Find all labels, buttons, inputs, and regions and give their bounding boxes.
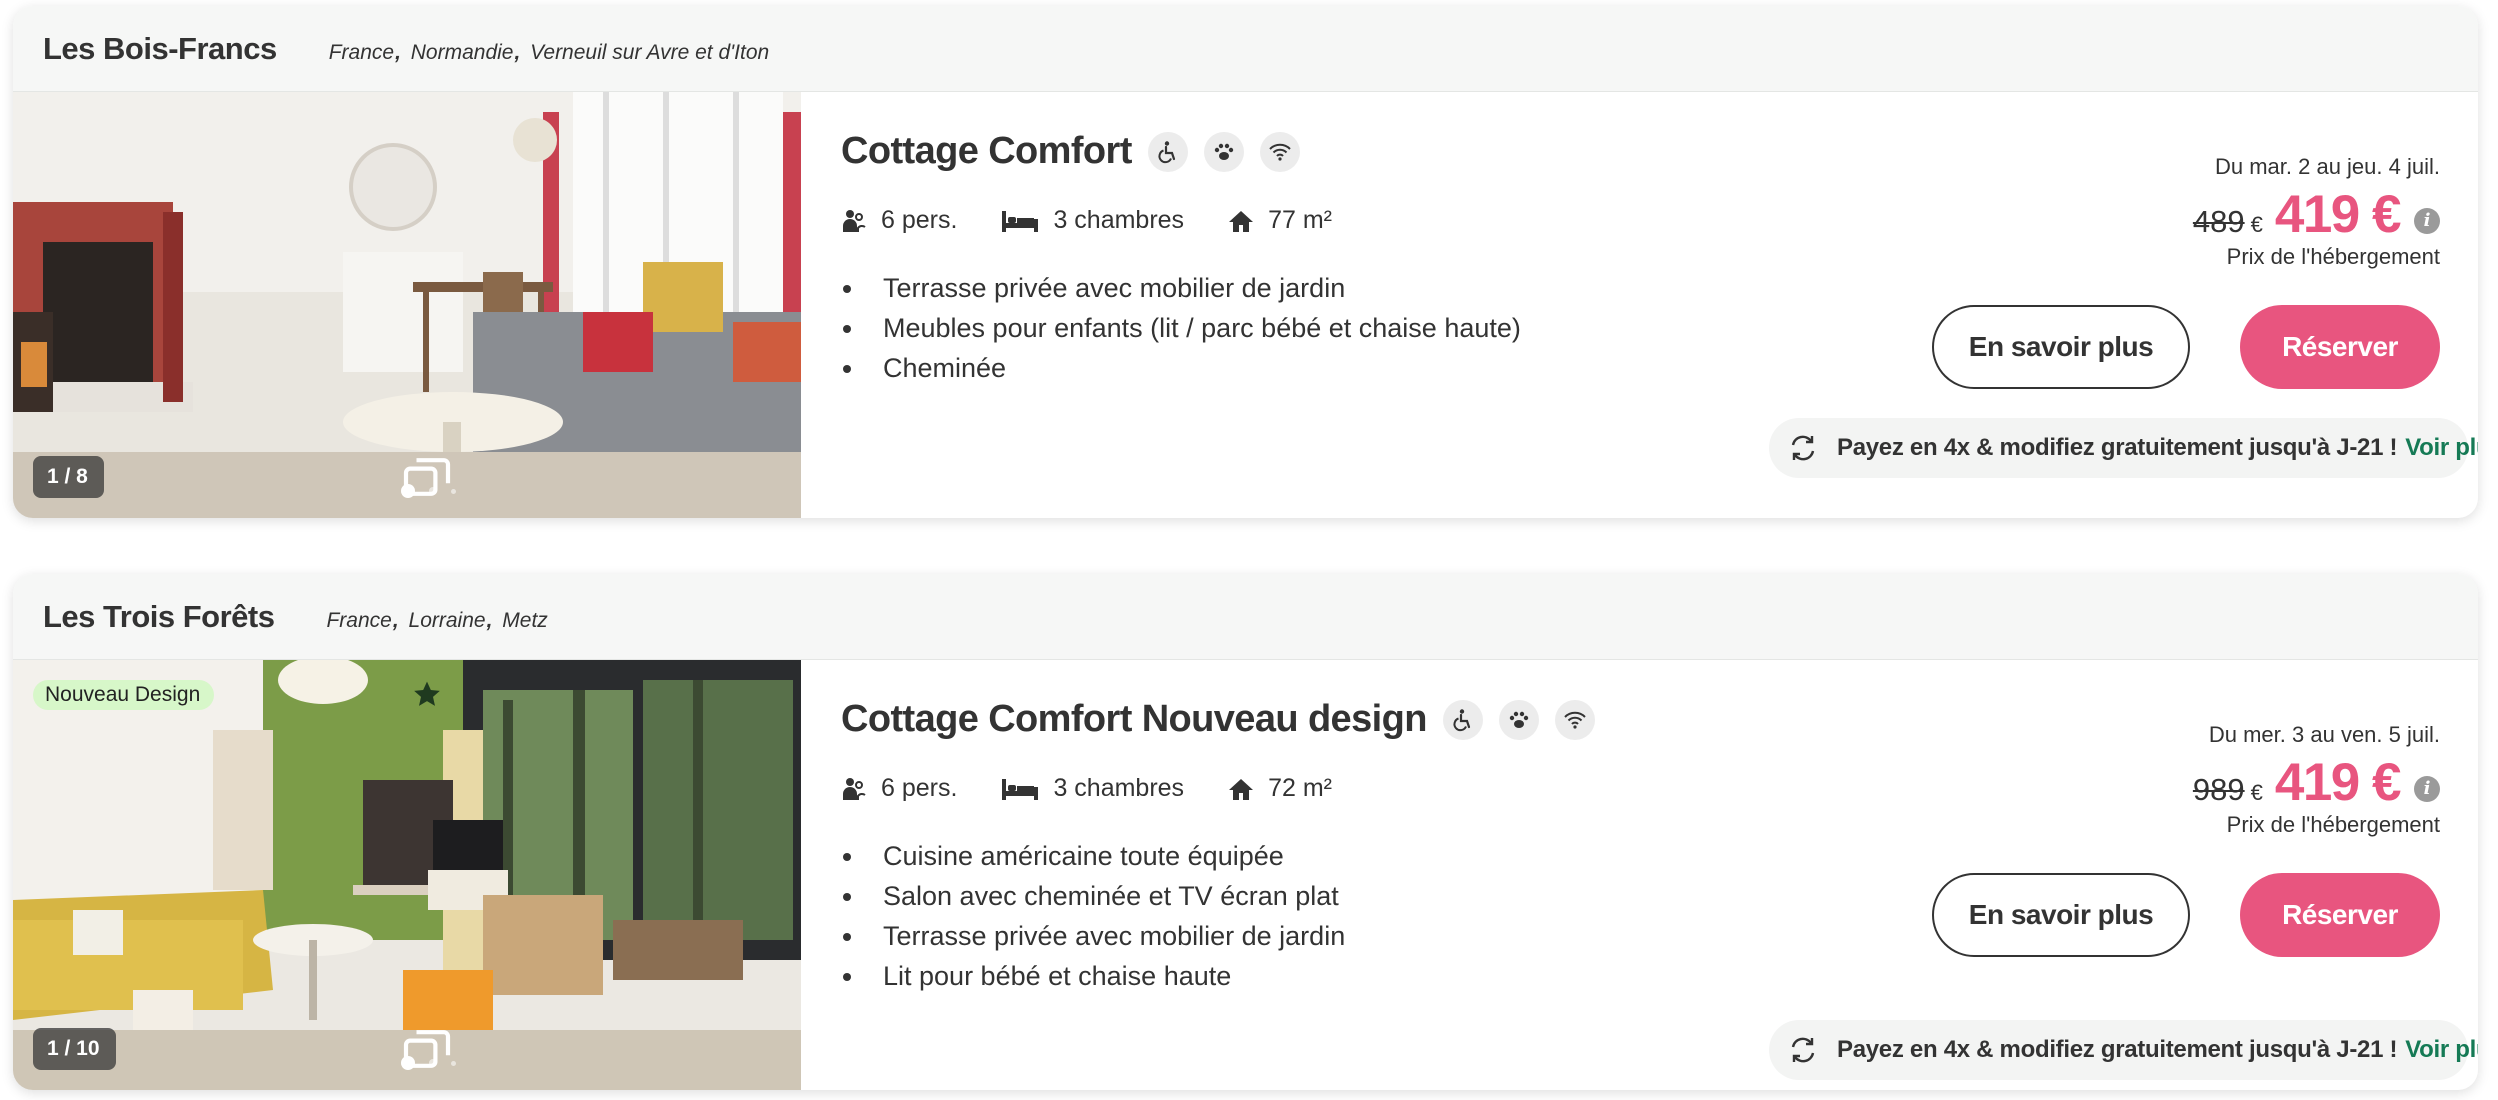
spec-bedrooms: 3 chambres: [1001, 206, 1184, 235]
listing-card: Les Trois Forêts France, Lorraine, Metz: [13, 574, 2478, 1090]
paw-icon: [1203, 131, 1244, 172]
refresh-icon: [1787, 1034, 1819, 1066]
feature-item: Salon avec cheminée et TV écran plat: [841, 876, 1345, 916]
specs-row: 6 pers. 3 chambres 72 m²: [841, 774, 1376, 803]
payment-text: Payez en 4x & modifiez gratuitement jusq…: [1837, 1036, 2398, 1063]
feature-item: Cheminée: [841, 348, 1521, 388]
carousel-dots: [401, 484, 456, 498]
house-icon: [1229, 210, 1254, 232]
bed-icon: [1002, 778, 1039, 800]
card-header: Les Trois Forêts France, Lorraine, Metz: [13, 574, 2478, 660]
house-icon: [1229, 778, 1254, 800]
spec-area: 77 m²: [1228, 206, 1332, 235]
old-price: 989: [2192, 772, 2245, 807]
info-icon[interactable]: i: [2414, 207, 2440, 234]
bedrooms-text: 3 chambres: [1053, 774, 1185, 802]
stay-dates: Du mer. 3 au ven. 5 juil.: [2208, 722, 2440, 747]
carousel-dot[interactable]: [451, 1060, 456, 1066]
old-price-currency: €: [2250, 212, 2263, 237]
bedrooms-text: 3 chambres: [1053, 206, 1185, 234]
payment-text: Payez en 4x & modifiez gratuitement jusq…: [1837, 434, 2398, 461]
book-button[interactable]: Réserver: [2240, 305, 2440, 389]
carousel-dots: [401, 1056, 456, 1070]
payment-banner: Payez en 4x & modifiez gratuitement jusq…: [1769, 418, 2478, 478]
listing-card: Les Bois-Francs France, Normandie, Verne…: [13, 6, 2478, 518]
price-row: 989 € 419 € i: [2193, 752, 2440, 813]
feature-item: Lit pour bébé et chaise haute: [841, 956, 1345, 996]
more-info-button[interactable]: En savoir plus: [1932, 305, 2190, 389]
cottage-title[interactable]: Cottage Comfort: [841, 130, 1132, 173]
persons-text: 6 pers.: [881, 774, 958, 802]
location: France, Lorraine, Metz: [326, 608, 548, 632]
carousel-dot-active[interactable]: [401, 484, 415, 498]
carousel-dot[interactable]: [451, 488, 456, 494]
spec-persons: 6 pers.: [841, 774, 957, 803]
wifi-icon: [1259, 131, 1300, 172]
spec-area: 72 m²: [1228, 774, 1332, 803]
photo-counter: 1 / 8: [33, 456, 451, 498]
persons-text: 6 pers.: [881, 206, 958, 234]
area-text: 77 m²: [1268, 206, 1332, 234]
location-city: Metz: [502, 608, 548, 632]
old-price: 489: [2192, 204, 2245, 239]
site-name[interactable]: Les Bois-Francs: [43, 31, 277, 67]
see-more-link[interactable]: Voir plus: [2405, 1036, 2478, 1064]
wheelchair-icon: [1147, 131, 1188, 172]
spec-persons: 6 pers.: [841, 206, 957, 235]
stay-dates: Du mar. 2 au jeu. 4 juil.: [2214, 154, 2440, 179]
carousel-dot[interactable]: [429, 487, 437, 495]
location-country: France: [328, 40, 395, 64]
area-text: 72 m²: [1268, 774, 1332, 802]
location: France, Normandie, Verneuil sur Avre et …: [328, 40, 770, 64]
carousel-dot-active[interactable]: [401, 1056, 415, 1070]
price-row: 489 € 419 € i: [2193, 184, 2440, 245]
feature-item: Meubles pour enfants (lit / parc bébé et…: [841, 308, 1521, 348]
site-name[interactable]: Les Trois Forêts: [43, 599, 275, 635]
living-room-photo: [13, 660, 801, 1090]
feature-item: Cuisine américaine toute équipée: [841, 836, 1345, 876]
persons-icon: [843, 777, 866, 800]
carousel-dot[interactable]: [429, 1059, 437, 1067]
location-country: France: [326, 608, 392, 632]
see-more-link[interactable]: Voir plus: [2405, 434, 2478, 462]
feature-item: Terrasse privée avec mobilier de jardin: [841, 268, 1521, 308]
features-list: Terrasse privée avec mobilier de jardin …: [841, 268, 1521, 388]
spec-bedrooms: 3 chambres: [1001, 774, 1184, 803]
payment-banner: Payez en 4x & modifiez gratuitement jusq…: [1769, 1020, 2478, 1080]
living-room-photo: [13, 92, 801, 518]
photo-carousel[interactable]: Nouveau Design 1 / 10: [13, 660, 801, 1090]
price-note: Prix de l'hébergement: [2226, 812, 2440, 837]
specs-row: 6 pers. 3 chambres 77 m²: [841, 206, 1376, 235]
old-price-currency: €: [2250, 780, 2263, 805]
new-price: 419 €: [2274, 753, 2402, 812]
location-region: Lorraine: [408, 608, 486, 632]
cottage-title[interactable]: Cottage Comfort Nouveau design: [841, 698, 1427, 741]
persons-icon: [843, 209, 866, 232]
card-header: Les Bois-Francs France, Normandie, Verne…: [13, 6, 2478, 92]
new-design-badge: Nouveau Design: [33, 680, 440, 710]
new-price: 419 €: [2274, 185, 2402, 244]
features-list: Cuisine américaine toute équipée Salon a…: [841, 836, 1345, 996]
bed-icon: [1002, 210, 1039, 232]
price-note: Prix de l'hébergement: [2226, 244, 2440, 269]
refresh-icon: [1787, 432, 1819, 464]
more-info-button[interactable]: En savoir plus: [1932, 873, 2190, 957]
feature-item: Terrasse privée avec mobilier de jardin: [841, 916, 1345, 956]
star-icon: [414, 681, 440, 706]
book-button[interactable]: Réserver: [2240, 873, 2440, 957]
info-icon[interactable]: i: [2414, 775, 2440, 802]
photo-carousel[interactable]: 1 / 8: [13, 92, 801, 518]
photo-counter: 1 / 10: [33, 1028, 451, 1070]
location-city: Verneuil sur Avre et d'Iton: [530, 40, 770, 64]
location-region: Normandie: [410, 40, 514, 64]
